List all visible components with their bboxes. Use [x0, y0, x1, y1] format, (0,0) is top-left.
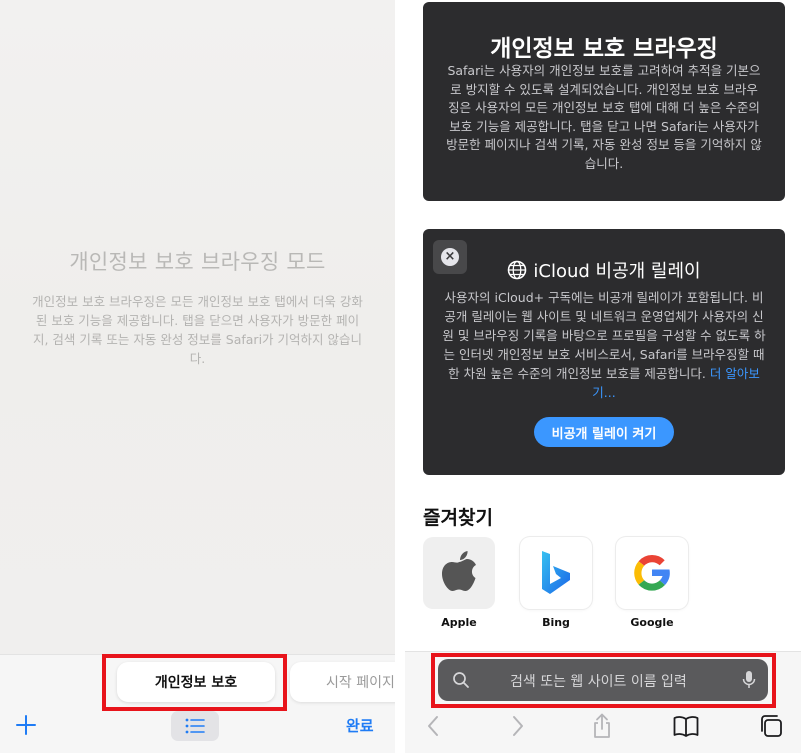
favorite-google-label: Google — [630, 616, 674, 629]
icloud-relay-card: × iCloud 비공개 릴레이 사용자의 iCloud+ 구독에는 비공개 릴… — [423, 229, 785, 475]
favorite-bing[interactable]: Bing — [520, 537, 592, 629]
favorites-heading: 즐겨찾기 — [423, 507, 493, 529]
favorite-google[interactable]: Google — [616, 537, 688, 629]
favorite-apple[interactable]: Apple — [423, 537, 495, 629]
private-mode-description: 개인정보 보호 브라우징은 모든 개인정보 보호 탭에서 더욱 강화된 보호 기… — [32, 294, 363, 366]
screen: 개인정보 보호 브라우징 모드 개인정보 보호 브라우징은 모든 개인정보 보호… — [0, 0, 801, 753]
favorite-bing-label: Bing — [542, 616, 570, 629]
share-icon — [594, 713, 610, 738]
highlight-box-private-tab — [102, 654, 287, 711]
favorite-bing-tile — [520, 537, 592, 609]
bookmarks-button[interactable] — [672, 712, 700, 740]
tab-groups-list-button[interactable] — [171, 711, 219, 741]
private-browsing-tab-overview: 개인정보 보호 브라우징 모드 개인정보 보호 브라우징은 모든 개인정보 보호… — [0, 0, 395, 753]
favorite-google-tile — [616, 537, 688, 609]
relay-card-description: 사용자의 iCloud+ 구독에는 비공개 릴레이가 포함됩니다. 비공개 릴레… — [441, 288, 767, 402]
bookmarks-icon — [673, 716, 699, 737]
relay-card-title: iCloud 비공개 릴레이 — [423, 257, 785, 283]
back-button[interactable] — [419, 712, 447, 740]
share-button[interactable] — [588, 712, 616, 740]
bing-logo-icon — [542, 551, 570, 594]
highlight-box-search — [431, 653, 776, 708]
google-logo-icon — [634, 554, 670, 591]
plus-icon — [16, 715, 36, 735]
apple-logo-icon — [442, 551, 476, 591]
tabs-button[interactable] — [757, 712, 785, 740]
relay-card-title-text: iCloud 비공개 릴레이 — [533, 261, 701, 282]
tabs-icon — [761, 715, 782, 737]
enable-relay-button[interactable]: 비공개 릴레이 켜기 — [534, 417, 674, 447]
tab-group-start-page[interactable]: 시작 페이지 — [290, 662, 395, 702]
tab-group-start-label: 시작 페이지 — [326, 675, 395, 691]
back-icon — [428, 716, 438, 736]
forward-icon — [513, 716, 523, 736]
private-browsing-info-card: 개인정보 보호 브라우징 Safari는 사용자의 개인정보 보호를 고려하여 … — [423, 2, 785, 201]
list-icon — [185, 718, 205, 734]
private-start-page: 개인정보 보호 브라우징 Safari는 사용자의 개인정보 보호를 고려하여 … — [405, 0, 801, 753]
new-tab-button[interactable] — [14, 711, 38, 739]
private-mode-title: 개인정보 보호 브라우징 모드 — [69, 250, 326, 274]
favorite-apple-tile — [423, 537, 495, 609]
forward-button[interactable] — [504, 712, 532, 740]
private-card-title: 개인정보 보호 브라우징 — [490, 36, 718, 62]
globe-icon — [508, 260, 527, 280]
favorite-apple-label: Apple — [441, 616, 477, 629]
done-button[interactable]: 완료 — [346, 715, 374, 736]
private-empty-state: 개인정보 보호 브라우징 모드 개인정보 보호 브라우징은 모든 개인정보 보호… — [0, 0, 395, 654]
private-card-description: Safari는 사용자의 개인정보 보호를 고려하여 추적을 기본으로 방지할 … — [446, 63, 762, 171]
